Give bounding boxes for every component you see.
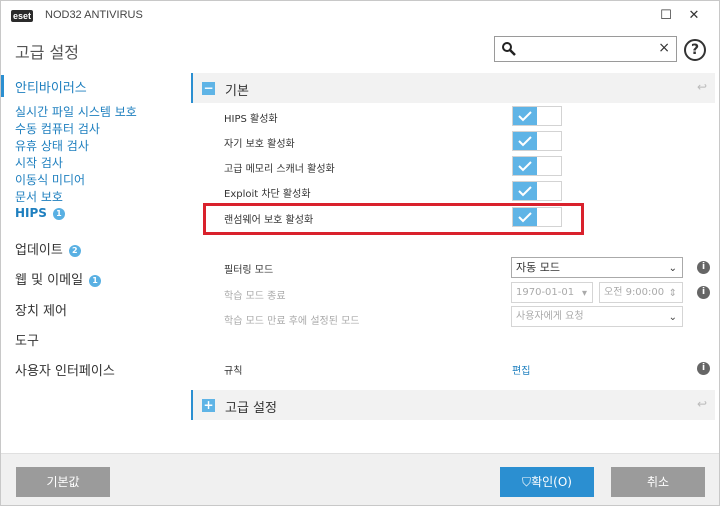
learning-end-label: 학습 모드 종료 [224, 291, 286, 302]
help-button[interactable]: ? [684, 39, 706, 61]
shield-icon: ⛉ [522, 475, 532, 489]
default-button[interactable]: 기본값 [16, 467, 110, 497]
update-badge: 2 [68, 244, 81, 257]
sidebar-item-realtime-protection[interactable]: 실시간 파일 시스템 보호 [15, 103, 137, 120]
page-title: 고급 설정 [15, 43, 79, 62]
sidebar-item-idle-scan[interactable]: 유휴 상태 검사 [15, 137, 89, 154]
exploit-blocker-toggle[interactable] [512, 181, 562, 201]
sidebar-item-startup-scan[interactable]: 시작 검사 [15, 154, 63, 171]
eset-logo: eset [11, 10, 34, 22]
check-icon [518, 136, 532, 147]
info-icon[interactable]: i [697, 286, 710, 299]
setting-row-memory-scanner: 고급 메모리 스캐너 활성화 [191, 154, 715, 179]
reset-icon[interactable]: ↩ [697, 80, 707, 94]
toggle-on-indicator [513, 157, 537, 175]
dropdown-arrow-icon: ▾ [581, 288, 587, 299]
check-icon [518, 111, 532, 122]
sidebar-item-tools[interactable]: 도구 [15, 330, 39, 349]
footer: 기본값 ⛉확인(O) 취소 [1, 453, 719, 505]
check-icon [518, 186, 532, 197]
sidebar-item-antivirus[interactable]: 안티바이러스 [15, 77, 87, 96]
filter-mode-value: 자동 모드 [516, 261, 560, 274]
expand-icon[interactable]: + [202, 399, 215, 412]
sidebar-item-update-label: 업데이트 [15, 243, 63, 258]
collapse-icon[interactable]: − [202, 82, 215, 95]
learning-end-date-value: 1970-01-01 [516, 287, 575, 298]
ok-button-label: 확인(O) [531, 475, 572, 489]
learning-end-date[interactable]: 1970-01-01 ▾ [511, 282, 593, 303]
learning-after-value: 사용자에게 요청 [516, 311, 584, 322]
setting-label: 고급 메모리 스캐너 활성화 [224, 164, 335, 175]
section-advanced-header[interactable]: + 고급 설정 ↩ [191, 390, 715, 420]
setting-row-hips: HIPS 활성화 [191, 104, 715, 129]
hips-badge: 1 [52, 207, 65, 220]
sidebar: 안티바이러스 실시간 파일 시스템 보호 수동 컴퓨터 검사 유휴 상태 검사 … [1, 71, 189, 451]
sidebar-item-device-control[interactable]: 장치 제어 [15, 300, 67, 319]
sidebar-item-update[interactable]: 업데이트 2 [15, 239, 81, 258]
chevron-down-icon: ⌄ [668, 263, 677, 274]
filter-mode-label: 필터링 모드 [224, 265, 274, 276]
info-icon[interactable]: i [697, 362, 710, 375]
title-bar: eset NOD32 ANTIVIRUS ☐ ✕ [1, 1, 719, 31]
sidebar-item-user-interface[interactable]: 사용자 인터페이스 [15, 360, 115, 379]
rules-label: 규칙 [224, 366, 243, 377]
self-protection-toggle[interactable] [512, 131, 562, 151]
clear-search-icon[interactable]: × [658, 40, 670, 56]
section-basic-header[interactable]: − 기본 ↩ [191, 73, 715, 103]
info-icon[interactable]: i [697, 261, 710, 274]
sidebar-item-web-email-label: 웹 및 이메일 [15, 273, 84, 288]
setting-label: Exploit 차단 활성화 [224, 189, 311, 200]
memory-scanner-toggle[interactable] [512, 156, 562, 176]
hips-toggle[interactable] [512, 106, 562, 126]
ransomware-highlight-box [203, 203, 584, 235]
app-title: NOD32 ANTIVIRUS [45, 9, 143, 21]
window: eset NOD32 ANTIVIRUS ☐ ✕ 고급 설정 × ? 안티바이러… [0, 0, 720, 506]
ok-button[interactable]: ⛉확인(O) [500, 467, 594, 497]
sidebar-item-web-email[interactable]: 웹 및 이메일 1 [15, 269, 102, 288]
sidebar-item-removable-media[interactable]: 이동식 미디어 [15, 171, 85, 188]
learning-after-label: 학습 모드 만료 후에 설정된 모드 [224, 316, 360, 327]
sidebar-item-document-protection[interactable]: 문서 보호 [15, 188, 63, 205]
close-button[interactable]: ✕ [683, 5, 705, 27]
filter-mode-select[interactable]: 자동 모드 ⌄ [511, 257, 683, 278]
setting-label: 자기 보호 활성화 [224, 139, 295, 150]
reset-icon[interactable]: ↩ [697, 397, 707, 411]
setting-row-self-protection: 자기 보호 활성화 [191, 129, 715, 154]
setting-row-rules: 규칙 [191, 356, 715, 381]
toggle-on-indicator [513, 132, 537, 150]
search-input[interactable]: × [494, 36, 677, 62]
learning-end-time[interactable]: 오전 9:00:00 ⇕ [599, 282, 683, 303]
rules-edit-link[interactable]: 편집 [512, 362, 530, 377]
learning-after-select[interactable]: 사용자에게 요청 ⌄ [511, 306, 683, 327]
setting-row-exploit-blocker: Exploit 차단 활성화 [191, 179, 715, 204]
check-icon [518, 161, 532, 172]
web-email-badge: 1 [89, 274, 102, 287]
chevron-down-icon: ⌄ [668, 312, 677, 323]
learning-end-time-value: 오전 9:00:00 [604, 287, 665, 298]
setting-label: HIPS 활성화 [224, 114, 278, 125]
sidebar-item-hips[interactable]: HIPS 1 [15, 206, 65, 220]
section-basic-title: 기본 [225, 84, 249, 99]
cancel-button[interactable]: 취소 [611, 467, 705, 497]
maximize-button[interactable]: ☐ [655, 5, 677, 27]
sidebar-item-manual-scan[interactable]: 수동 컴퓨터 검사 [15, 120, 100, 137]
spinner-icon: ⇕ [668, 288, 677, 299]
sidebar-item-hips-label: HIPS [15, 206, 47, 220]
search-icon [502, 42, 516, 56]
section-advanced-title: 고급 설정 [225, 401, 277, 416]
toggle-on-indicator [513, 107, 537, 125]
sidebar-selection-indicator [1, 75, 4, 97]
toggle-on-indicator [513, 182, 537, 200]
